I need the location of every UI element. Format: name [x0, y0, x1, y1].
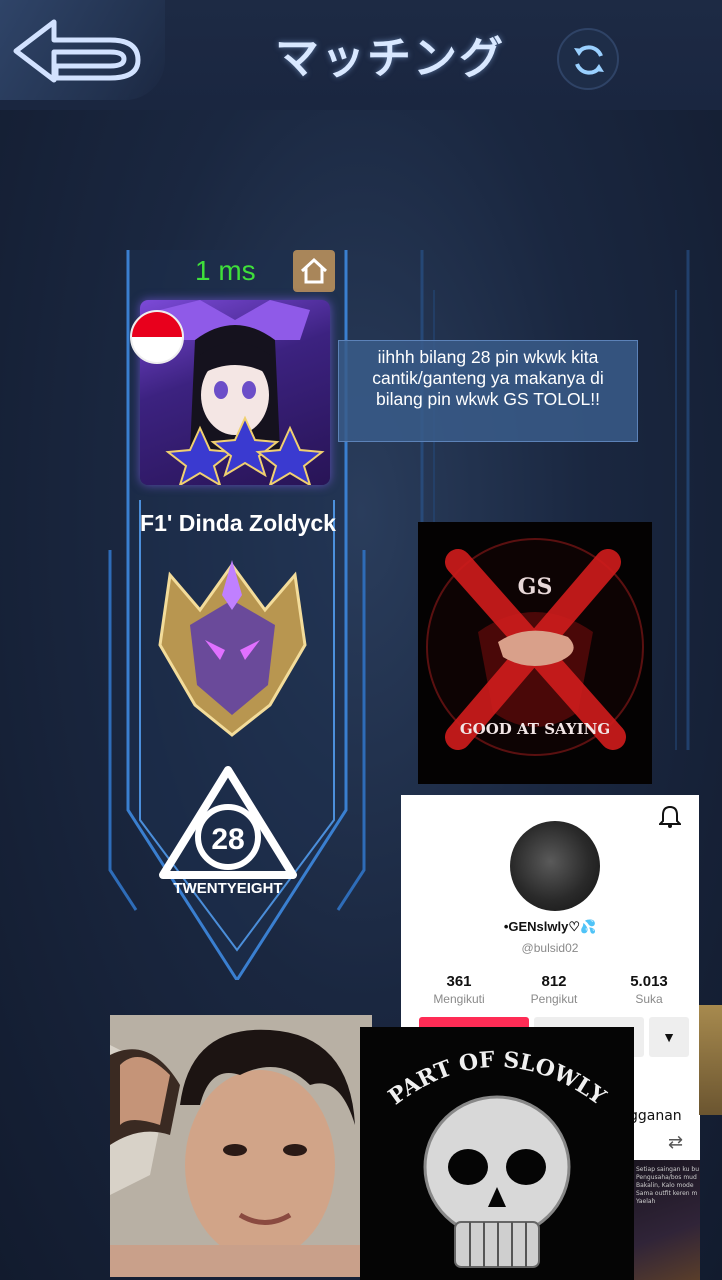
- stat-value: 812: [541, 973, 567, 990]
- team-number: 28: [211, 823, 244, 856]
- back-arrow-icon: [13, 19, 141, 83]
- gs-caption: GOOD AT SAYING: [460, 720, 610, 738]
- skull-logo-image: PART OF SLOWLY: [360, 1027, 634, 1280]
- refresh-icon: [574, 45, 604, 75]
- player-name: F1' Dinda Zoldyck: [140, 510, 336, 536]
- profile-username: •GENslwly♡💦: [503, 919, 597, 934]
- profile-handle: @bulsid02: [521, 941, 579, 955]
- stat-followers[interactable]: 812 Pengikut: [509, 973, 599, 1006]
- stat-label: Pengikut: [530, 992, 578, 1006]
- stat-label: Mengikuti: [433, 992, 485, 1006]
- stat-label: Suka: [635, 992, 663, 1006]
- stat-value: 5.013: [630, 973, 668, 990]
- home-badge: [293, 250, 335, 292]
- stat-following[interactable]: 361 Mengikuti: [414, 973, 504, 1006]
- gs-logo-text: GS: [518, 574, 553, 600]
- triangle-down-icon: ▼: [662, 1029, 676, 1045]
- ping-label: 1 ms: [195, 255, 256, 286]
- stat-likes[interactable]: 5.013 Suka: [604, 973, 694, 1006]
- back-button[interactable]: [0, 0, 165, 100]
- thumbnail-caption: Setiap saingan ku bu Pengusaha/bos mud B…: [636, 1166, 699, 1205]
- dropdown-button[interactable]: ▼: [649, 1017, 689, 1057]
- partial-image-edge: [699, 1005, 722, 1115]
- mythic-rank-emblem-icon: [150, 555, 315, 740]
- page-title: マッチング: [275, 33, 505, 84]
- repost-icon[interactable]: ⇄: [668, 1132, 683, 1153]
- indonesia-flag-icon: [130, 310, 184, 364]
- refresh-button[interactable]: [557, 28, 619, 90]
- home-icon: [300, 257, 328, 284]
- team-logo: 28 TWENTYEIGHT: [158, 765, 298, 900]
- chat-message: iihhh bilang 28 pin wkwk kita cantik/gan…: [338, 340, 638, 442]
- partial-tab-label: gganan: [629, 1108, 682, 1124]
- gs-crossed-out-image: GS GOOD AT SAYING: [418, 522, 652, 784]
- bell-icon[interactable]: [659, 805, 681, 829]
- selfie-photo: [110, 1015, 372, 1277]
- profile-avatar[interactable]: [510, 821, 600, 911]
- stat-value: 361: [446, 973, 472, 990]
- team-name: TWENTYEIGHT: [173, 880, 282, 897]
